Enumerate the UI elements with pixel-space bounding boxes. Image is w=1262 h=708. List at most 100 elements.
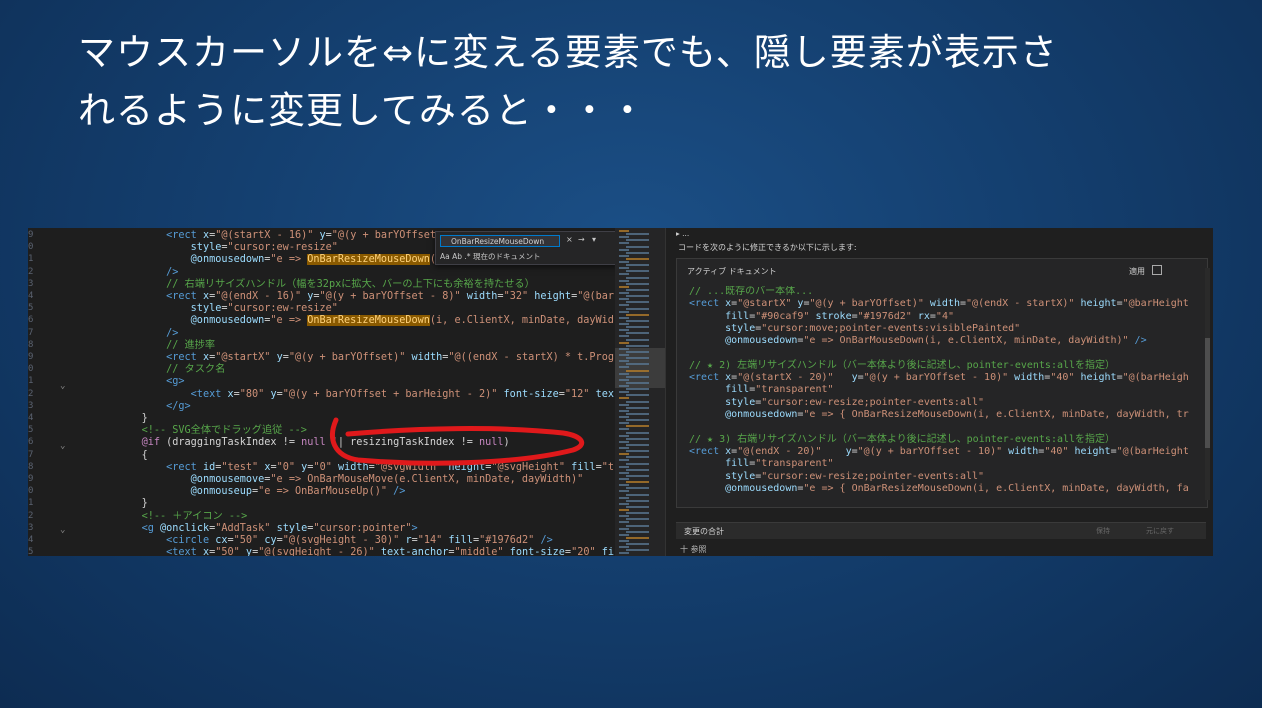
fold-chevron-icon[interactable]: ⌄ bbox=[60, 441, 65, 451]
find-widget[interactable]: OnBarResizeMouseDown × → ▾ Aa Ab .* 現在のド… bbox=[435, 231, 615, 265]
code-token: "@(startX - 20)" bbox=[737, 372, 834, 384]
minimap-line bbox=[626, 276, 649, 279]
changes-summary-bar[interactable]: 変更の合計 保持 元に戻す bbox=[676, 522, 1206, 539]
minimap-line bbox=[626, 313, 649, 316]
code-token: "e => { OnBarResizeMouseDown(i, e.Client… bbox=[803, 482, 1189, 494]
code-token: ) bbox=[503, 437, 510, 449]
minimap-line bbox=[626, 493, 649, 496]
line-number: 1 bbox=[28, 498, 34, 509]
fold-chevron-icon[interactable]: ⌄ bbox=[60, 381, 65, 391]
code-token: @onmousedown bbox=[725, 335, 798, 347]
code-token: "@(y + barYOffset - 10)" bbox=[857, 445, 1003, 457]
minimap-line bbox=[619, 298, 629, 301]
apply-button[interactable]: 適用 bbox=[1129, 266, 1145, 277]
minimap-line bbox=[626, 363, 649, 366]
code-line: <text x="50" y="@(svgHeight - 26)" text-… bbox=[68, 547, 614, 556]
code-token: || resizingTaskIndex != bbox=[325, 437, 479, 449]
changes-summary-label: 変更の合計 bbox=[684, 527, 724, 536]
line-number: 3 bbox=[28, 400, 34, 411]
line-number: 7 bbox=[28, 327, 34, 338]
code-token: <rect bbox=[689, 445, 726, 457]
minimap-line bbox=[619, 453, 629, 456]
code-token: "0" bbox=[313, 461, 332, 473]
panel-scrollbar[interactable] bbox=[1205, 268, 1210, 500]
find-input[interactable]: OnBarResizeMouseDown bbox=[440, 235, 560, 247]
minimap-line bbox=[619, 292, 629, 294]
code-token: /> bbox=[1134, 335, 1147, 347]
code-token: // タスク名 bbox=[166, 364, 226, 376]
code-token: <text bbox=[190, 388, 228, 400]
copy-icon[interactable] bbox=[1152, 265, 1162, 275]
code-token: "@svgHeight" bbox=[491, 461, 565, 473]
code-token: "#90caf9" bbox=[755, 310, 810, 322]
code-token: /> bbox=[166, 327, 179, 339]
code-line: style="cursor:ew-resize" bbox=[68, 242, 338, 254]
code-token: </g> bbox=[166, 400, 191, 412]
code-token: "@(endX - 16)" bbox=[215, 291, 302, 302]
code-token: "@barHeight" bbox=[1122, 298, 1189, 310]
minimap-line bbox=[626, 332, 649, 335]
minimap-line bbox=[619, 496, 629, 499]
code-line: // 進捗率 bbox=[68, 340, 215, 352]
minimap-line bbox=[626, 295, 649, 298]
minimap-line bbox=[626, 419, 649, 422]
code-token: OnBarResizeMouseDown bbox=[307, 315, 430, 327]
code-token: <g> bbox=[166, 376, 185, 388]
code-token: "@(y + barYOffset - 8)" bbox=[319, 291, 461, 302]
code-token: <rect bbox=[166, 352, 203, 363]
code-token: { bbox=[141, 449, 148, 461]
minimap-line bbox=[619, 471, 629, 474]
code-token: fill bbox=[725, 310, 750, 322]
match-case-toggle[interactable]: Aa bbox=[440, 252, 450, 261]
line-number: 9 bbox=[28, 352, 34, 362]
minimap-line bbox=[626, 326, 649, 329]
code-token: "@(endX - startX)" bbox=[966, 298, 1075, 310]
match-word-toggle[interactable]: Ab bbox=[452, 252, 462, 261]
code-token: // ...既存のバー本体... bbox=[689, 286, 814, 297]
line-number: 5 bbox=[28, 303, 34, 314]
fold-chevron-icon[interactable]: ⌄ bbox=[60, 525, 65, 535]
line-number: 9 bbox=[28, 474, 34, 484]
minimap-line bbox=[626, 388, 649, 391]
code-line: <rect x="@(endX - 16)" y="@(y + barYOffs… bbox=[68, 291, 614, 303]
code-token: "@(y + barYOffset bbox=[331, 230, 437, 241]
code-token: "40" bbox=[1044, 445, 1069, 457]
code-line: @onmousedown="e => OnBarMouseDown(i, e.C… bbox=[689, 335, 1147, 347]
code-line: // タスク名 bbox=[68, 364, 225, 376]
keep-button[interactable]: 保持 bbox=[1096, 526, 1110, 536]
code-line: <rect id="test" x="0" y="0" width="@svgW… bbox=[68, 462, 614, 474]
minimap-line bbox=[626, 412, 649, 415]
code-token: width bbox=[1008, 445, 1039, 457]
next-match-icon[interactable]: → bbox=[578, 235, 585, 244]
code-editor[interactable]: 9012345678901234567890123456 ⌄ ⌄ ⌄ <rect… bbox=[28, 228, 615, 556]
minimap-line bbox=[626, 307, 649, 310]
search-scope-select[interactable]: 現在のドキュメント bbox=[473, 252, 541, 261]
code-token: (draggingTaskIndex != bbox=[160, 437, 302, 449]
code-token: "@(svgHeight - 26)" bbox=[258, 547, 375, 556]
line-number: 2 bbox=[28, 266, 34, 277]
undo-button[interactable]: 元に戻す bbox=[1146, 526, 1174, 536]
minimap-line bbox=[626, 512, 649, 515]
code-token: (i, e.ClientX, minDate, dayWid bbox=[429, 315, 614, 327]
expand-icon[interactable]: ▾ bbox=[592, 235, 596, 244]
line-number: 8 bbox=[28, 339, 34, 350]
line-number: 9 bbox=[28, 230, 34, 240]
minimap[interactable] bbox=[615, 228, 665, 556]
minimap-line bbox=[619, 434, 629, 437]
clear-icon[interactable]: × bbox=[566, 235, 573, 244]
minimap-line bbox=[626, 301, 649, 304]
regex-toggle[interactable]: .* bbox=[464, 252, 470, 261]
code-token: "cursor:ew-resize" bbox=[227, 303, 338, 315]
code-token: "e => bbox=[270, 254, 308, 266]
reference-button[interactable]: 十 参照 bbox=[680, 544, 707, 555]
scrollbar-thumb[interactable] bbox=[1205, 338, 1210, 448]
code-token: height bbox=[1080, 372, 1117, 384]
